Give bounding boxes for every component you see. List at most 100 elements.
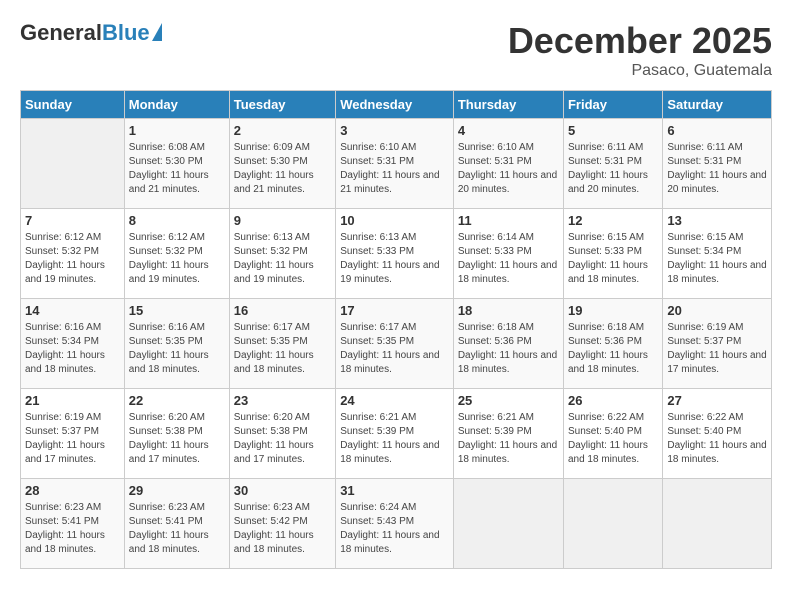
week-row-5: 28 Sunrise: 6:23 AMSunset: 5:41 PMDayligh…	[21, 479, 772, 569]
page-header: General Blue December 2025 Pasaco, Guate…	[20, 20, 772, 80]
cell-info: Sunrise: 6:19 AMSunset: 5:37 PMDaylight:…	[667, 321, 767, 377]
day-number: 1	[129, 123, 225, 138]
header-monday: Monday	[124, 91, 229, 119]
calendar-cell: 20 Sunrise: 6:19 AMSunset: 5:37 PMDayligh…	[663, 299, 772, 389]
header-tuesday: Tuesday	[229, 91, 335, 119]
calendar-header-row: SundayMondayTuesdayWednesdayThursdayFrid…	[21, 91, 772, 119]
calendar-cell: 15 Sunrise: 6:16 AMSunset: 5:35 PMDayligh…	[124, 299, 229, 389]
day-number: 11	[458, 213, 559, 228]
cell-info: Sunrise: 6:22 AMSunset: 5:40 PMDaylight:…	[667, 411, 767, 467]
calendar-cell: 17Sunrise: 6:17 AMSunset: 5:35 PMDayligh…	[336, 299, 454, 389]
calendar-cell: 6Sunrise: 6:11 AMSunset: 5:31 PMDaylight…	[663, 119, 772, 209]
cell-info: Sunrise: 6:20 AMSunset: 5:38 PMDaylight:…	[234, 411, 331, 467]
logo-triangle-icon	[152, 23, 162, 41]
calendar-cell: 29 Sunrise: 6:23 AMSunset: 5:41 PMDayligh…	[124, 479, 229, 569]
calendar-cell: 23 Sunrise: 6:20 AMSunset: 5:38 PMDayligh…	[229, 389, 335, 479]
header-wednesday: Wednesday	[336, 91, 454, 119]
calendar-cell: 4Sunrise: 6:10 AMSunset: 5:31 PMDaylight…	[453, 119, 563, 209]
calendar-cell: 24 Sunrise: 6:21 AMSunset: 5:39 PMDayligh…	[336, 389, 454, 479]
cell-info: Sunrise: 6:18 AMSunset: 5:36 PMDaylight:…	[458, 321, 559, 377]
calendar-cell: 31Sunrise: 6:24 AMSunset: 5:43 PMDayligh…	[336, 479, 454, 569]
calendar-cell: 26 Sunrise: 6:22 AMSunset: 5:40 PMDayligh…	[563, 389, 662, 479]
header-thursday: Thursday	[453, 91, 563, 119]
calendar-cell: 16 Sunrise: 6:17 AMSunset: 5:35 PMDayligh…	[229, 299, 335, 389]
cell-info: Sunrise: 6:16 AMSunset: 5:34 PMDaylight:…	[25, 321, 120, 377]
cell-info: Sunrise: 6:09 AMSunset: 5:30 PMDaylight:…	[234, 141, 331, 197]
cell-info: Sunrise: 6:11 AMSunset: 5:31 PMDaylight:…	[667, 141, 767, 197]
day-number: 5	[568, 123, 658, 138]
calendar-cell: 3Sunrise: 6:10 AMSunset: 5:31 PMDaylight…	[336, 119, 454, 209]
calendar-cell: 9 Sunrise: 6:13 AMSunset: 5:32 PMDaylight…	[229, 209, 335, 299]
day-number: 2	[234, 123, 331, 138]
calendar-cell: 28 Sunrise: 6:23 AMSunset: 5:41 PMDayligh…	[21, 479, 125, 569]
calendar-cell	[563, 479, 662, 569]
cell-info: Sunrise: 6:23 AMSunset: 5:41 PMDaylight:…	[25, 501, 120, 557]
day-number: 9	[234, 213, 331, 228]
day-number: 15	[129, 303, 225, 318]
day-number: 17	[340, 303, 449, 318]
cell-info: Sunrise: 6:24 AMSunset: 5:43 PMDaylight:…	[340, 501, 449, 557]
calendar-cell: 8 Sunrise: 6:12 AMSunset: 5:32 PMDaylight…	[124, 209, 229, 299]
day-number: 23	[234, 393, 331, 408]
day-number: 26	[568, 393, 658, 408]
cell-info: Sunrise: 6:16 AMSunset: 5:35 PMDaylight:…	[129, 321, 225, 377]
day-number: 18	[458, 303, 559, 318]
calendar-cell: 22 Sunrise: 6:20 AMSunset: 5:38 PMDayligh…	[124, 389, 229, 479]
logo-blue-text: Blue	[102, 20, 150, 46]
calendar-cell: 10 Sunrise: 6:13 AMSunset: 5:33 PMDayligh…	[336, 209, 454, 299]
calendar-cell: 30Sunrise: 6:23 AMSunset: 5:42 PMDayligh…	[229, 479, 335, 569]
calendar-cell: 1 Sunrise: 6:08 AMSunset: 5:30 PMDaylight…	[124, 119, 229, 209]
day-number: 16	[234, 303, 331, 318]
header-friday: Friday	[563, 91, 662, 119]
cell-info: Sunrise: 6:12 AMSunset: 5:32 PMDaylight:…	[25, 231, 120, 287]
cell-info: Sunrise: 6:20 AMSunset: 5:38 PMDaylight:…	[129, 411, 225, 467]
calendar-cell	[453, 479, 563, 569]
cell-info: Sunrise: 6:13 AMSunset: 5:32 PMDaylight:…	[234, 231, 331, 287]
week-row-2: 7 Sunrise: 6:12 AMSunset: 5:32 PMDaylight…	[21, 209, 772, 299]
cell-info: Sunrise: 6:19 AMSunset: 5:37 PMDaylight:…	[25, 411, 120, 467]
calendar-cell: 25 Sunrise: 6:21 AMSunset: 5:39 PMDayligh…	[453, 389, 563, 479]
cell-info: Sunrise: 6:12 AMSunset: 5:32 PMDaylight:…	[129, 231, 225, 287]
day-number: 20	[667, 303, 767, 318]
cell-info: Sunrise: 6:11 AMSunset: 5:31 PMDaylight:…	[568, 141, 658, 197]
cell-info: Sunrise: 6:13 AMSunset: 5:33 PMDaylight:…	[340, 231, 449, 287]
calendar-cell: 18 Sunrise: 6:18 AMSunset: 5:36 PMDayligh…	[453, 299, 563, 389]
day-number: 19	[568, 303, 658, 318]
day-number: 10	[340, 213, 449, 228]
subtitle: Pasaco, Guatemala	[508, 62, 772, 80]
cell-info: Sunrise: 6:15 AMSunset: 5:34 PMDaylight:…	[667, 231, 767, 287]
cell-info: Sunrise: 6:10 AMSunset: 5:31 PMDaylight:…	[340, 141, 449, 197]
cell-info: Sunrise: 6:08 AMSunset: 5:30 PMDaylight:…	[129, 141, 225, 197]
day-number: 29	[129, 483, 225, 498]
day-number: 25	[458, 393, 559, 408]
calendar-table: SundayMondayTuesdayWednesdayThursdayFrid…	[20, 90, 772, 569]
cell-info: Sunrise: 6:21 AMSunset: 5:39 PMDaylight:…	[458, 411, 559, 467]
header-sunday: Sunday	[21, 91, 125, 119]
calendar-cell: 21Sunrise: 6:19 AMSunset: 5:37 PMDayligh…	[21, 389, 125, 479]
cell-info: Sunrise: 6:14 AMSunset: 5:33 PMDaylight:…	[458, 231, 559, 287]
day-number: 13	[667, 213, 767, 228]
week-row-1: 1 Sunrise: 6:08 AMSunset: 5:30 PMDaylight…	[21, 119, 772, 209]
calendar-cell: 13 Sunrise: 6:15 AMSunset: 5:34 PMDayligh…	[663, 209, 772, 299]
cell-info: Sunrise: 6:21 AMSunset: 5:39 PMDaylight:…	[340, 411, 449, 467]
day-number: 22	[129, 393, 225, 408]
day-number: 7	[25, 213, 120, 228]
main-title: December 2025	[508, 20, 772, 62]
cell-info: Sunrise: 6:22 AMSunset: 5:40 PMDaylight:…	[568, 411, 658, 467]
cell-info: Sunrise: 6:10 AMSunset: 5:31 PMDaylight:…	[458, 141, 559, 197]
week-row-3: 14 Sunrise: 6:16 AMSunset: 5:34 PMDayligh…	[21, 299, 772, 389]
calendar-cell: 14 Sunrise: 6:16 AMSunset: 5:34 PMDayligh…	[21, 299, 125, 389]
day-number: 8	[129, 213, 225, 228]
day-number: 28	[25, 483, 120, 498]
cell-info: Sunrise: 6:17 AMSunset: 5:35 PMDaylight:…	[234, 321, 331, 377]
day-number: 12	[568, 213, 658, 228]
cell-info: Sunrise: 6:23 AMSunset: 5:41 PMDaylight:…	[129, 501, 225, 557]
day-number: 14	[25, 303, 120, 318]
calendar-cell: 12 Sunrise: 6:15 AMSunset: 5:33 PMDayligh…	[563, 209, 662, 299]
title-block: December 2025 Pasaco, Guatemala	[508, 20, 772, 80]
header-saturday: Saturday	[663, 91, 772, 119]
cell-info: Sunrise: 6:15 AMSunset: 5:33 PMDaylight:…	[568, 231, 658, 287]
day-number: 27	[667, 393, 767, 408]
day-number: 24	[340, 393, 449, 408]
day-number: 30	[234, 483, 331, 498]
